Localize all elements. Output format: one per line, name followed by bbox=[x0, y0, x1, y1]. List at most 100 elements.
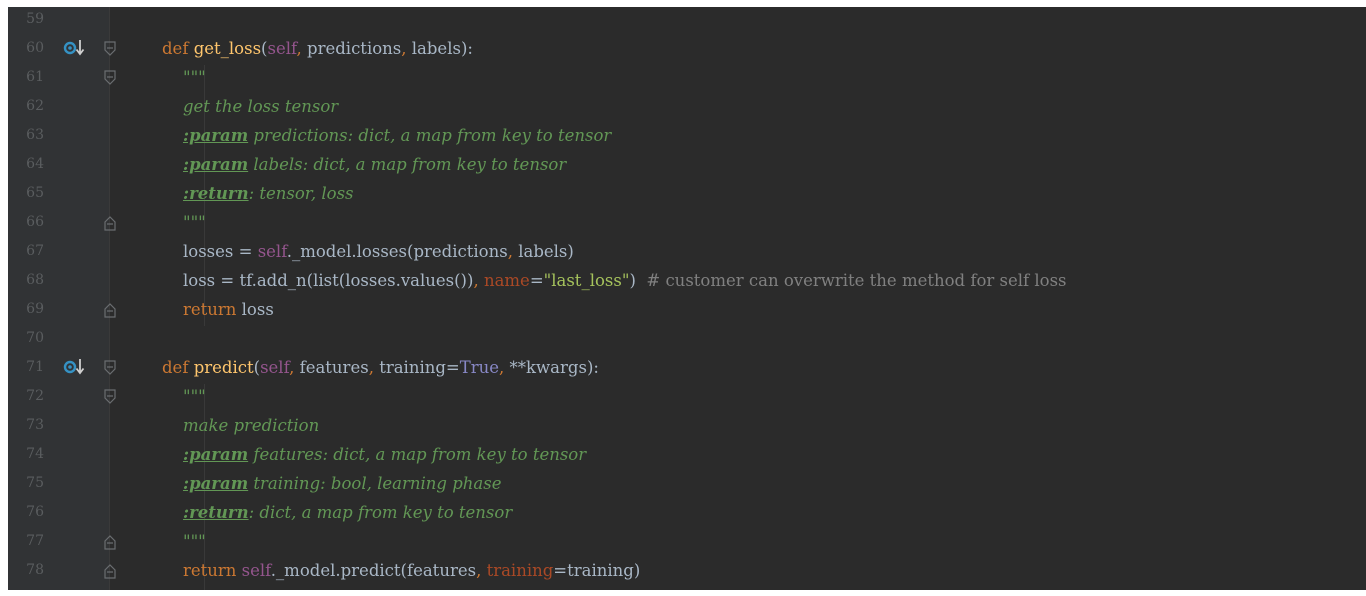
override-method-icon[interactable] bbox=[63, 37, 85, 59]
code-token: loss bbox=[241, 300, 274, 319]
code-line[interactable]: 65 :return: tensor, loss bbox=[8, 179, 1366, 208]
code-token: , bbox=[499, 358, 510, 377]
code-text: """ bbox=[162, 382, 206, 411]
code-token: """ bbox=[162, 387, 206, 406]
code-token: """ bbox=[162, 213, 206, 232]
code-line[interactable]: 69 return loss bbox=[8, 295, 1366, 324]
line-number: 65 bbox=[26, 185, 44, 201]
fold-close-icon[interactable] bbox=[103, 302, 117, 318]
code-token: :return bbox=[182, 184, 249, 203]
code-line[interactable]: 68 loss = tf.add_n(list(losses.values())… bbox=[8, 266, 1366, 295]
code-token: name bbox=[483, 271, 530, 290]
code-line[interactable]: 71 def predict(self, features, training=T… bbox=[8, 353, 1366, 382]
fold-open-icon[interactable] bbox=[103, 41, 117, 57]
code-token: labels: dict, a map from key to tensor bbox=[248, 155, 567, 174]
line-number: 77 bbox=[26, 533, 44, 549]
code-text: :param training: bool, learning phase bbox=[162, 469, 502, 498]
fold-open-icon[interactable] bbox=[103, 70, 117, 86]
line-number: 63 bbox=[26, 127, 44, 143]
code-line[interactable]: 74 :param features: dict, a map from key… bbox=[8, 440, 1366, 469]
code-token: :param bbox=[182, 474, 249, 493]
code-token: def bbox=[162, 358, 194, 377]
code-token: make prediction bbox=[162, 416, 320, 435]
code-token: "last_loss" bbox=[543, 271, 630, 290]
line-number: 69 bbox=[26, 301, 44, 317]
line-number: 75 bbox=[26, 475, 44, 491]
code-text: """ bbox=[162, 208, 206, 237]
code-token: get the loss tensor bbox=[162, 97, 339, 116]
code-line[interactable]: 66 """ bbox=[8, 208, 1366, 237]
code-token: , bbox=[368, 358, 380, 377]
code-token: training: bool, learning phase bbox=[248, 474, 502, 493]
line-number: 60 bbox=[26, 40, 44, 56]
code-token: , bbox=[507, 242, 519, 261]
code-text: :return: tensor, loss bbox=[162, 179, 354, 208]
code-line[interactable]: 70 bbox=[8, 324, 1366, 353]
code-token: =training) bbox=[553, 561, 641, 580]
fold-close-icon[interactable] bbox=[103, 534, 117, 550]
code-token: : tensor, loss bbox=[248, 184, 354, 203]
code-text: :param labels: dict, a map from key to t… bbox=[162, 150, 566, 179]
line-number: 71 bbox=[26, 359, 44, 375]
code-token: , bbox=[476, 561, 487, 580]
code-token: ._model.predict(features bbox=[270, 561, 477, 580]
code-token: , bbox=[401, 39, 412, 58]
fold-close-icon[interactable] bbox=[103, 563, 117, 579]
code-token: , bbox=[289, 358, 300, 377]
code-token: training= bbox=[379, 358, 460, 377]
code-token: labels) bbox=[518, 242, 574, 261]
code-token: ): bbox=[586, 358, 599, 377]
code-line[interactable]: 61 """ bbox=[8, 63, 1366, 92]
line-number: 72 bbox=[26, 388, 44, 404]
code-line[interactable]: 77 """ bbox=[8, 527, 1366, 556]
code-line[interactable]: 60 def get_loss(self, predictions, labels… bbox=[8, 34, 1366, 63]
code-line[interactable]: 75 :param training: bool, learning phase bbox=[8, 469, 1366, 498]
code-token: loss = tf.add_n(list(losses.values()) bbox=[162, 271, 474, 290]
code-text: losses = self._model.losses(predictions,… bbox=[162, 237, 574, 266]
line-number: 67 bbox=[26, 243, 44, 259]
line-number: 73 bbox=[26, 417, 44, 433]
code-line[interactable]: 59 bbox=[8, 7, 1366, 34]
code-line[interactable]: 78 return self._model.predict(features, … bbox=[8, 556, 1366, 585]
code-editor[interactable]: 59 60 def get_loss(self, predictions, labe… bbox=[8, 7, 1366, 590]
code-line[interactable]: 62 get the loss tensor bbox=[8, 92, 1366, 121]
line-number: 59 bbox=[26, 11, 44, 27]
code-token: self bbox=[260, 358, 290, 377]
code-token: predictions: dict, a map from key to ten… bbox=[248, 126, 612, 145]
fold-open-icon[interactable] bbox=[103, 389, 117, 405]
line-number: 68 bbox=[26, 272, 44, 288]
code-line[interactable]: 67 losses = self._model.losses(predictio… bbox=[8, 237, 1366, 266]
code-text: """ bbox=[162, 63, 206, 92]
code-line[interactable]: 76 :return: dict, a map from key to tens… bbox=[8, 498, 1366, 527]
code-text: def predict(self, features, training=Tru… bbox=[162, 353, 599, 382]
code-text: get the loss tensor bbox=[162, 92, 338, 121]
fold-close-icon[interactable] bbox=[103, 215, 117, 231]
line-number: 78 bbox=[26, 562, 44, 578]
code-text: loss = tf.add_n(list(losses.values()), n… bbox=[162, 266, 1067, 295]
code-token: ) bbox=[629, 271, 647, 290]
code-token: ._model.losses(predictions bbox=[286, 242, 508, 261]
override-method-icon[interactable] bbox=[63, 356, 85, 378]
code-token: : dict, a map from key to tensor bbox=[248, 503, 513, 522]
code-line[interactable]: 64 :param labels: dict, a map from key t… bbox=[8, 150, 1366, 179]
code-text: :return: dict, a map from key to tensor bbox=[162, 498, 512, 527]
code-line[interactable]: 72 """ bbox=[8, 382, 1366, 411]
code-token: :param bbox=[182, 445, 249, 464]
fold-open-icon[interactable] bbox=[103, 360, 117, 376]
code-token: # customer can overwrite the method for … bbox=[646, 271, 1067, 290]
code-line[interactable]: 73 make prediction bbox=[8, 411, 1366, 440]
line-number: 66 bbox=[26, 214, 44, 230]
code-text: def get_loss(self, predictions, labels): bbox=[162, 34, 473, 63]
code-token: = bbox=[529, 271, 544, 290]
code-line[interactable]: 63 :param predictions: dict, a map from … bbox=[8, 121, 1366, 150]
code-token: :param bbox=[182, 155, 249, 174]
code-token: return bbox=[182, 300, 242, 319]
code-token: """ bbox=[162, 68, 206, 87]
code-token: self bbox=[241, 561, 271, 580]
code-text: """ bbox=[162, 527, 206, 556]
line-number: 64 bbox=[26, 156, 44, 172]
